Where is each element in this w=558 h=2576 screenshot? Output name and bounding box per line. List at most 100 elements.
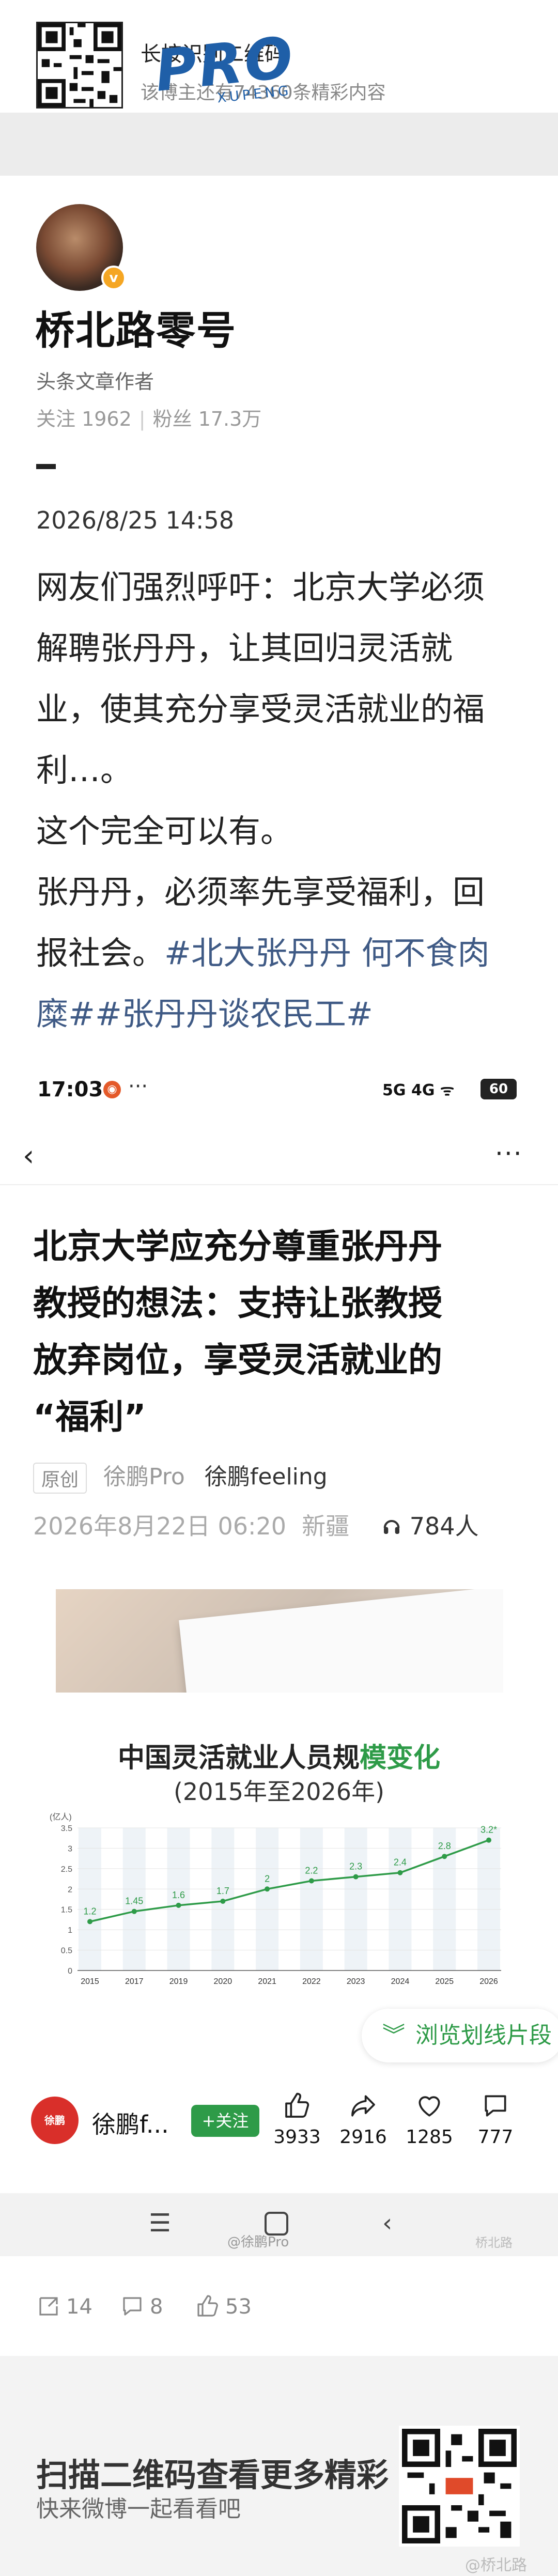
system-nav-bar: ☰ ‹ @徐鹏Pro 桥北路	[0, 2193, 558, 2256]
battery-icon: 60	[481, 1079, 517, 1099]
qr-code-graphic	[38, 23, 121, 107]
status-more: ···	[128, 1075, 148, 1098]
post-line: 这个完全可以有。	[36, 812, 293, 850]
post-like-button[interactable]: 53	[195, 2294, 252, 2319]
post-line: 利…。	[36, 751, 133, 789]
comment-icon	[123, 2297, 142, 2316]
data-point	[397, 1870, 403, 1875]
like-count: 3933	[273, 2127, 321, 2148]
author-avatar[interactable]: 徐鹏feeling	[31, 2097, 79, 2174]
share-button[interactable]: 2916	[335, 2091, 392, 2148]
y-tick-label: 0	[68, 1967, 72, 1976]
hashtag-link[interactable]: #张丹丹谈农民工#	[95, 995, 373, 1033]
share-count: 2916	[339, 2127, 387, 2148]
status-bar: 17:03 ◉ ··· 5G 4G ᯤ 60	[0, 1069, 558, 1111]
article-nav-bar: ‹ ···	[0, 1126, 558, 1183]
footer-subtitle: 快来微博一起看看吧	[36, 2496, 241, 2522]
chart-bg-column	[389, 1828, 412, 1970]
follow-count[interactable]: 关注 1962	[36, 408, 132, 430]
signal-icon: 5G 4G ᯤ	[382, 1081, 455, 1099]
qr-code-graphic	[402, 2429, 517, 2543]
post-like-count: 53	[225, 2295, 252, 2319]
data-point	[131, 1908, 137, 1914]
data-label: 2.3	[349, 1861, 362, 1872]
source-name[interactable]: 徐鹏Pro	[103, 1464, 185, 1490]
watermark: 桥北路	[475, 2236, 513, 2250]
bottom-author-name[interactable]: 徐鹏f...	[92, 2106, 169, 2140]
data-point	[220, 1898, 226, 1904]
post-comment-button[interactable]: 8	[120, 2294, 163, 2319]
article-meta-row: 2026年8月22日 06:20 新疆 784人	[33, 1508, 479, 1542]
y-tick-label: 2.5	[61, 1865, 72, 1874]
x-tick-label: 2025	[435, 1977, 454, 1986]
share-icon	[351, 2095, 375, 2117]
article-location: 新疆	[302, 1512, 350, 1540]
stats-separator: |	[138, 408, 146, 430]
x-tick-label: 2026	[479, 1977, 498, 1986]
article-source-row: 原创 徐鹏Pro 徐鹏feeling	[33, 1458, 328, 1494]
back-nav-icon[interactable]: ‹	[382, 2209, 392, 2238]
more-options-icon[interactable]: ···	[495, 1139, 523, 1169]
qr-code-icon[interactable]	[399, 2426, 520, 2547]
data-label: 1.2	[83, 1906, 96, 1916]
browse-highlights-button[interactable]: ︾ 浏览划线片段	[362, 2009, 558, 2062]
y-tick-label: 3.5	[61, 1824, 72, 1833]
data-label: 3.2*	[481, 1825, 497, 1835]
x-tick-label: 2022	[302, 1977, 321, 1986]
hashtag-link[interactable]: 糜#	[36, 995, 95, 1033]
browse-highlights-label: 浏览划线片段	[415, 2022, 552, 2049]
heart-count: 1285	[406, 2127, 453, 2148]
chart-title-plain: 中国灵活就业人员规	[117, 1743, 360, 1774]
post-line: 张丹丹，必须率先享受福利，回	[36, 873, 485, 911]
qr-code-icon[interactable]	[36, 22, 123, 108]
original-badge: 原创	[33, 1463, 87, 1494]
verified-icon: v	[101, 266, 126, 290]
fans-count[interactable]: 粉丝 17.3万	[153, 408, 262, 430]
hashtag-link[interactable]: #北大张丹丹 何不食肉	[164, 934, 490, 972]
article-author-link[interactable]: 徐鹏feeling	[205, 1464, 328, 1490]
x-tick-label: 2019	[169, 1977, 188, 1986]
post-line-with-tag: 糜##张丹丹谈农民工#	[36, 984, 527, 1045]
repost-button[interactable]: 14	[36, 2294, 92, 2319]
heart-icon	[419, 2096, 440, 2117]
y-tick-label: 1	[68, 1926, 72, 1935]
divider-dash	[36, 464, 56, 469]
data-label: 2.8	[438, 1841, 451, 1851]
like-button[interactable]: 3933	[269, 2091, 326, 2148]
comment-button[interactable]: 777	[467, 2091, 524, 2148]
data-point	[353, 1874, 359, 1880]
post-line: 网友们强烈呼吁：北京大学必须	[36, 568, 485, 606]
y-tick-label: 2	[68, 1885, 72, 1894]
article-title-line: “福利”	[33, 1397, 146, 1437]
post-comment-count: 8	[150, 2295, 163, 2319]
heart-button[interactable]: 1285	[401, 2091, 458, 2148]
article-title-line: 教授的想法：支持让张教授	[33, 1283, 442, 1323]
comment-icon	[485, 2095, 506, 2117]
follow-button[interactable]: +关注	[191, 2105, 259, 2137]
chart-title-highlight: 模变化	[360, 1743, 441, 1774]
thumbs-up-icon	[285, 2092, 309, 2118]
chart-bg-column	[79, 1828, 101, 1970]
banner-card	[179, 1589, 503, 1693]
article-title-line: 北京大学应充分尊重张丹丹	[33, 1227, 442, 1266]
menu-icon[interactable]: ☰	[149, 2209, 171, 2238]
data-label: 1.45	[125, 1896, 143, 1906]
post-timestamp: 2026/8/25 14:58	[36, 506, 235, 534]
author-name[interactable]: 桥北路零号	[35, 299, 237, 355]
data-label: 2.2	[305, 1866, 318, 1876]
repost-count: 14	[66, 2295, 92, 2319]
article-banner-image	[56, 1589, 503, 1693]
listen-count: 784人	[409, 1512, 479, 1540]
listen-button[interactable]: 784人	[381, 1512, 479, 1540]
data-point	[265, 1886, 270, 1892]
back-icon[interactable]: ‹	[23, 1142, 48, 1173]
post-action-bar: 14 8 53	[0, 2273, 558, 2335]
data-point	[486, 1837, 491, 1843]
post-line: 报社会。	[36, 934, 165, 972]
article-datetime: 2026年8月22日 06:20	[33, 1512, 287, 1540]
line-chart: 0 0.5 1 1.5 2 2.5 3 3.5 (亿人) 1.2 2015 1.45 2017 1.6 20…	[50, 1812, 501, 1986]
x-tick-label: 2024	[391, 1977, 410, 1986]
chart-title: 中国灵活就业人员规模变化	[0, 1736, 558, 1775]
comment-count: 777	[477, 2127, 514, 2148]
article-title: 北京大学应充分尊重张丹丹 教授的想法：支持让张教授 放弃岗位，享受灵活就业的 “…	[33, 1218, 529, 1446]
